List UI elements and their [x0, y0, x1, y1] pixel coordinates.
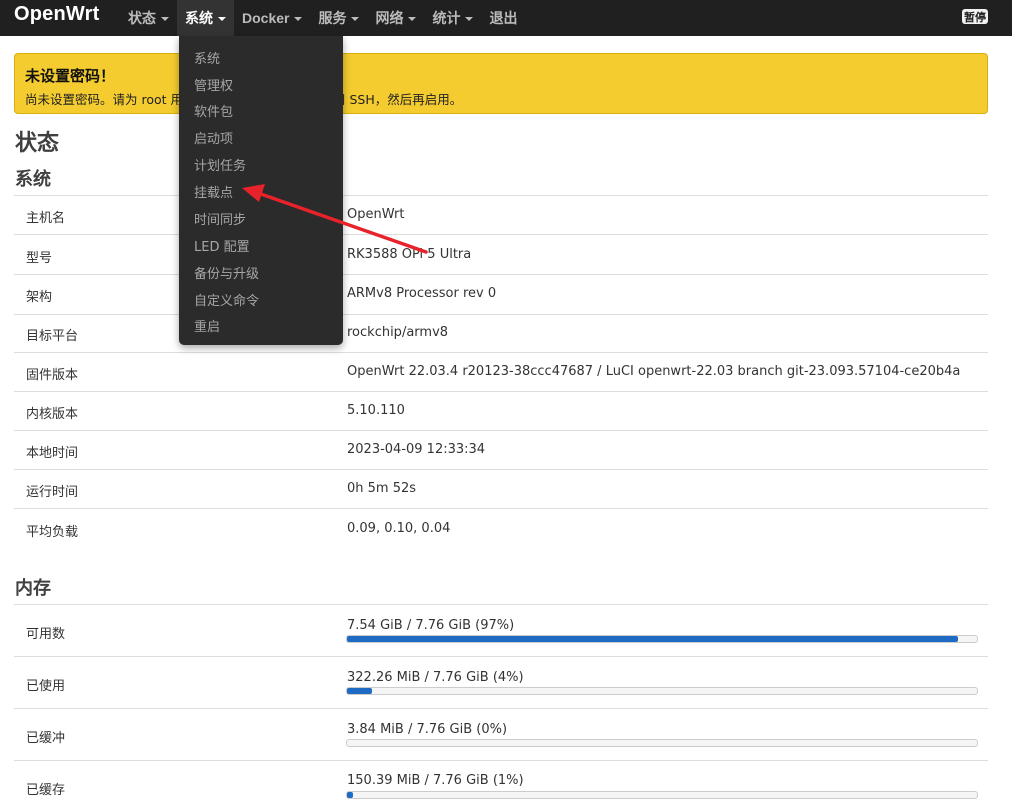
alert-title: 未设置密码！ — [25, 67, 116, 85]
row-value: rockchip/armv8 — [347, 325, 449, 340]
chevron-down-icon — [351, 17, 360, 21]
menu-item-scheduled-tasks[interactable]: 计划任务 — [194, 155, 246, 174]
table-row: 架构 ARMv8 Processor rev 0 — [14, 274, 988, 314]
table-row: 运行时间 0h 5m 52s — [14, 469, 988, 508]
no-password-alert: 未设置密码！ 尚未设置密码。请为 root 用户设置密码以保护主机并启用 SSH… — [14, 53, 988, 114]
menu-item-mount-points[interactable]: 挂载点 — [194, 182, 233, 201]
memory-progress-bar — [346, 739, 978, 747]
progress-fill — [347, 792, 354, 798]
table-row: 型号 RK3588 OPi 5 Ultra — [14, 234, 988, 274]
menu-item-administration[interactable]: 管理权 — [194, 75, 233, 94]
row-label: 架构 — [26, 290, 53, 305]
menu-item-time-sync[interactable]: 时间同步 — [194, 209, 246, 228]
chevron-down-icon — [465, 17, 474, 21]
table-row: 固件版本 OpenWrt 22.03.4 r20123-38ccc47687 /… — [14, 352, 988, 391]
menu-item-software[interactable]: 软件包 — [194, 101, 233, 120]
nav-status[interactable]: 状态 — [120, 0, 177, 36]
row-label: 本地时间 — [26, 446, 79, 461]
menu-item-system[interactable]: 系统 — [194, 48, 220, 67]
row-value: 2023-04-09 12:33:34 — [347, 442, 486, 457]
main-nav: 状态 系统 Docker 服务 网络 统计 退出 — [120, 0, 525, 36]
page-title: 状态 — [15, 131, 60, 156]
nav-statistics[interactable]: 统计 — [424, 0, 481, 36]
nav-services-label: 服务 — [318, 10, 347, 26]
row-label: 内核版本 — [26, 407, 79, 422]
row-value: 0h 5m 52s — [347, 481, 417, 496]
row-label: 型号 — [26, 251, 53, 266]
table-row: 平均负载 0.09, 0.10, 0.04 — [14, 508, 988, 547]
row-value: OpenWrt 22.03.4 r20123-38ccc47687 / LuCI… — [347, 364, 961, 379]
memory-value: 3.84 MiB / 7.76 GiB (0%) — [347, 722, 508, 737]
table-row: 内核版本 5.10.110 — [14, 391, 988, 430]
row-label: 主机名 — [26, 211, 66, 226]
row-label: 已缓冲 — [26, 731, 66, 746]
memory-progress-bar — [346, 791, 978, 799]
nav-docker[interactable]: Docker — [234, 0, 310, 36]
row-label: 可用数 — [26, 627, 66, 642]
row-value: ARMv8 Processor rev 0 — [347, 286, 497, 301]
top-navbar: OpenWrt 状态 系统 Docker 服务 网络 统计 退出 暂停 — [0, 0, 1012, 36]
pause-button[interactable]: 暂停 — [962, 9, 988, 24]
menu-item-custom-commands[interactable]: 自定义命令 — [194, 290, 259, 309]
table-row: 已使用 322.26 MiB / 7.76 GiB (4%) — [14, 656, 988, 708]
menu-item-led-config[interactable]: LED 配置 — [194, 236, 250, 255]
chevron-down-icon — [408, 17, 417, 21]
system-heading: 系统 — [15, 169, 51, 190]
menu-item-startup[interactable]: 启动项 — [194, 128, 233, 147]
memory-value: 7.54 GiB / 7.76 GiB (97%) — [347, 618, 515, 633]
memory-heading: 内存 — [15, 578, 51, 599]
menu-item-backup-upgrade[interactable]: 备份与升级 — [194, 263, 259, 282]
nav-network[interactable]: 网络 — [367, 0, 424, 36]
row-label: 平均负载 — [26, 525, 79, 540]
menu-item-reboot[interactable]: 重启 — [194, 316, 220, 335]
nav-logout-label: 退出 — [489, 10, 518, 26]
system-dropdown-menu: 系统 管理权 软件包 启动项 计划任务 挂载点 时间同步 LED 配置 备份与升… — [179, 36, 343, 345]
memory-value: 150.39 MiB / 7.76 GiB (1%) — [347, 773, 524, 788]
brand-logo[interactable]: OpenWrt — [14, 3, 99, 26]
table-row: 主机名 OpenWrt — [14, 195, 988, 234]
row-label: 已使用 — [26, 679, 66, 694]
table-row: 已缓冲 3.84 MiB / 7.76 GiB (0%) — [14, 708, 988, 760]
nav-statistics-label: 统计 — [432, 10, 461, 26]
nav-services[interactable]: 服务 — [310, 0, 367, 36]
row-label: 运行时间 — [26, 485, 79, 500]
memory-progress-bar — [346, 687, 978, 695]
row-value: OpenWrt — [347, 207, 405, 222]
table-row: 目标平台 rockchip/armv8 — [14, 314, 988, 352]
nav-logout[interactable]: 退出 — [481, 0, 525, 36]
table-row: 可用数 7.54 GiB / 7.76 GiB (97%) — [14, 604, 988, 656]
nav-network-label: 网络 — [375, 10, 404, 26]
nav-system-label: 系统 — [185, 10, 213, 26]
row-value: 5.10.110 — [347, 403, 405, 418]
chevron-down-icon — [161, 17, 169, 21]
memory-value: 322.26 MiB / 7.76 GiB (4%) — [347, 670, 524, 685]
chevron-down-icon — [218, 17, 226, 21]
nav-status-label: 状态 — [128, 10, 156, 26]
progress-fill — [347, 688, 373, 694]
table-row: 已缓存 150.39 MiB / 7.76 GiB (1%) — [14, 760, 988, 811]
progress-fill — [347, 636, 959, 642]
table-row: 本地时间 2023-04-09 12:33:34 — [14, 430, 988, 469]
memory-progress-bar — [346, 635, 978, 643]
row-label: 目标平台 — [26, 329, 79, 344]
row-label: 已缓存 — [26, 783, 66, 798]
row-value: RK3588 OPi 5 Ultra — [347, 247, 472, 262]
row-label: 固件版本 — [26, 368, 79, 383]
nav-system[interactable]: 系统 — [177, 0, 234, 36]
row-value: 0.09, 0.10, 0.04 — [347, 521, 451, 536]
chevron-down-icon — [294, 17, 303, 21]
nav-docker-label: Docker — [242, 10, 290, 26]
